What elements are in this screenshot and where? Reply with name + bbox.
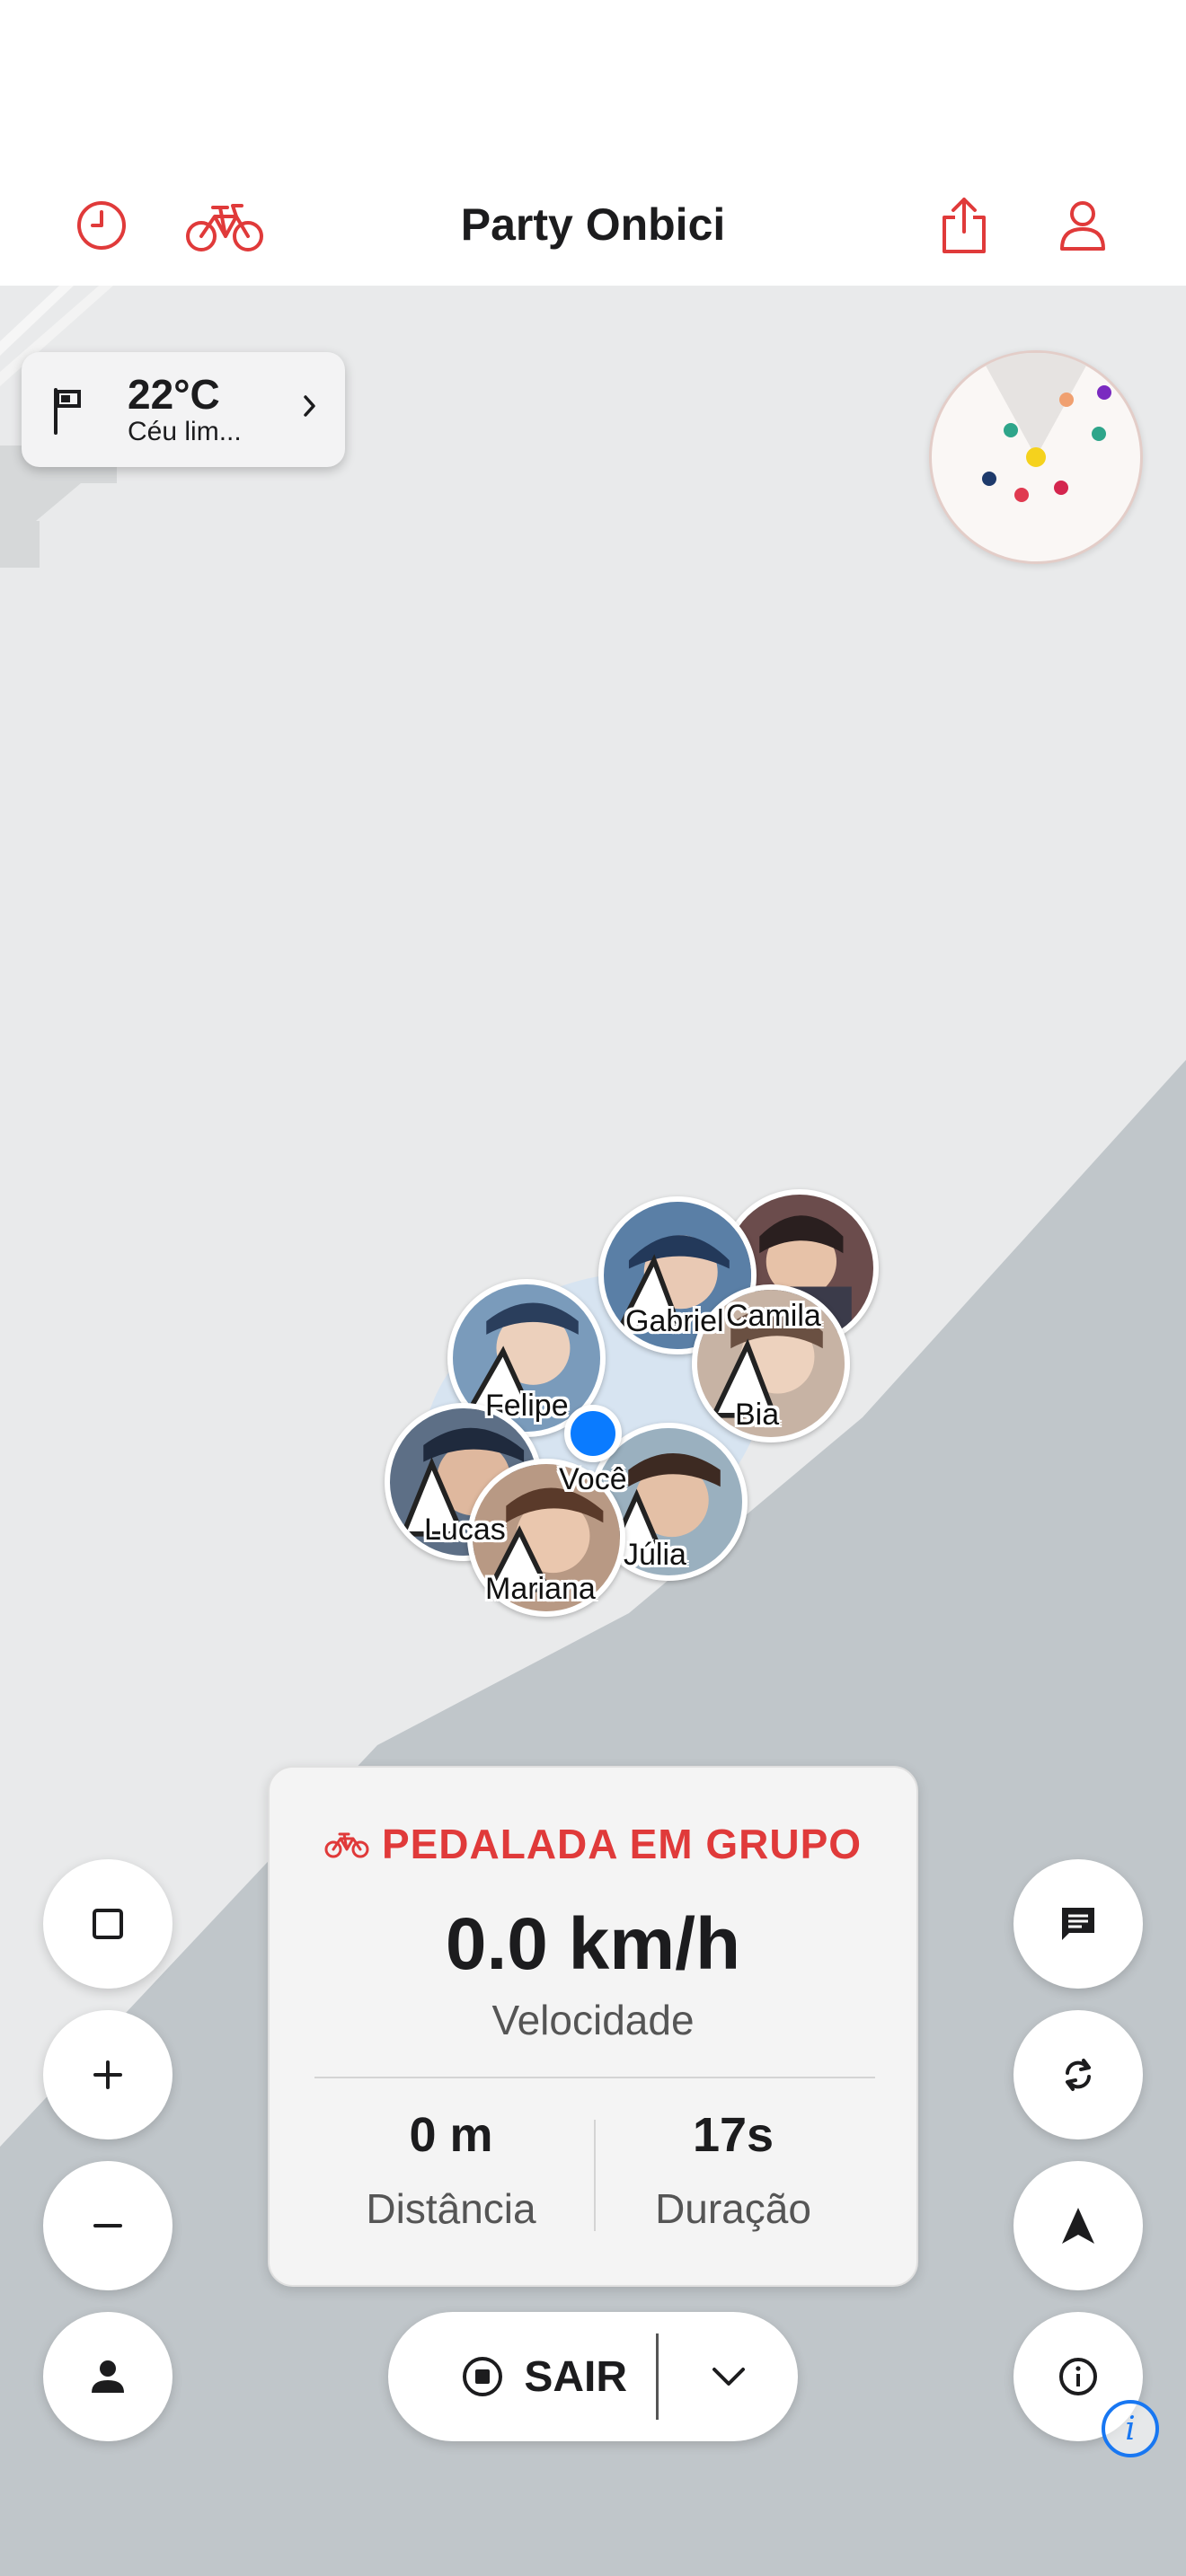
radar-dot [1059,393,1074,407]
person-icon [92,2360,124,2393]
group-radar[interactable] [929,350,1143,564]
flag-icon [54,388,81,435]
rider-label: Você [559,1462,627,1496]
app-screen: Party Onbici 22°C Céu lim... Gabriel Cam… [0,0,1186,2576]
rider-label: Lucas [424,1513,506,1547]
map-info-icon[interactable]: i [1102,2400,1159,2457]
navigation-button[interactable] [1013,2161,1143,2290]
distance-label: Distância [366,2185,536,2232]
clock-icon [77,201,126,250]
exit-options-dropdown[interactable] [659,2312,798,2441]
weather-condition: Céu lim... [128,417,242,446]
weather-card[interactable]: 22°C Céu lim... [22,352,345,467]
top-bar: Party Onbici [0,0,1186,286]
speed-label: Velocidade [491,1997,695,2043]
radar-dot [982,472,996,486]
current-location-dot [564,1405,622,1462]
navigation-arrow-icon [1062,2208,1094,2244]
rider-label: Mariana [485,1572,596,1606]
rider-label: Gabriel [625,1304,724,1338]
weather-temperature: 22°C [128,371,220,418]
ride-mode-label: PEDALADA EM GRUPO [381,1821,863,1867]
rider-label: Felipe [485,1389,569,1423]
divider [656,2333,659,2420]
radar-dot [1014,488,1029,502]
speed-value: 0.0 km/h [445,1903,741,1985]
ride-stats-card: PEDALADA EM GRUPO 0.0 km/h Velocidade 0 … [268,1766,918,2287]
minus-icon [93,2224,122,2228]
sync-button[interactable] [1013,2010,1143,2139]
bike-button[interactable] [180,185,270,266]
person-icon [1060,201,1105,251]
exit-button[interactable]: SAIR [388,2312,658,2441]
radar-dot [1097,385,1111,400]
exit-label: SAIR [524,2352,627,2401]
bike-icon [324,1832,369,1858]
stop-square-button[interactable] [43,1859,173,1989]
page-title: Party Onbici [460,199,726,250]
radar-dot [1092,427,1106,441]
radar-dot [1054,481,1068,495]
center-on-me-button[interactable] [43,2312,173,2441]
refresh-icon [1066,2059,1091,2091]
share-button[interactable] [924,185,1005,266]
square-icon [93,1909,123,1939]
stop-circle-icon [463,2357,503,2396]
plus-icon [93,2060,122,2089]
duration-value: 17s [692,2108,774,2162]
distance-value: 0 m [409,2108,493,2162]
info-icon [1059,2358,1097,2395]
radar-plot [982,352,1111,502]
share-icon [943,198,986,253]
zoom-out-button[interactable] [43,2161,173,2290]
chevron-down-icon [712,2368,745,2386]
ride-mode: PEDALADA EM GRUPO [270,1820,916,1868]
radar-dot-you [1026,447,1046,467]
duration-label: Duração [655,2185,811,2232]
chevron-right-icon [304,395,315,417]
chat-button[interactable] [1013,1859,1143,1989]
history-button[interactable] [61,185,142,266]
profile-button[interactable] [1042,185,1123,266]
chat-icon [1062,1908,1094,1940]
rider-label: Bia [735,1398,780,1432]
divider [314,2077,875,2078]
rider-label: Júlia [624,1538,686,1572]
zoom-in-button[interactable] [43,2010,173,2139]
bike-icon [186,204,263,251]
radar-dot [1004,423,1018,437]
exit-control: SAIR [388,2312,798,2441]
rider-label: Camila [726,1299,821,1333]
